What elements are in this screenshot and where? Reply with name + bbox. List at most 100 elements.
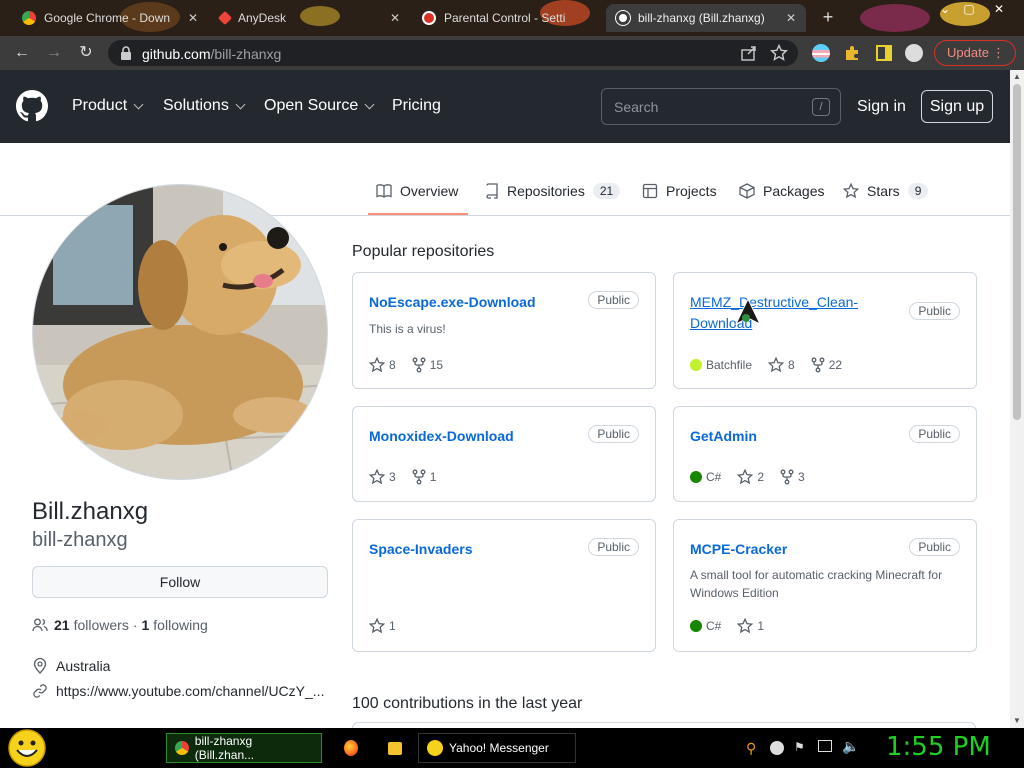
browser-tab-active[interactable]: bill-zhanxg (Bill.zhanxg) ✕	[606, 4, 806, 32]
scroll-down-icon[interactable]: ▼	[1012, 716, 1022, 726]
repo-name-link[interactable]: GetAdmin	[690, 426, 757, 447]
close-window-icon[interactable]: ✕	[988, 2, 1010, 18]
url-host: github.com	[142, 46, 211, 62]
repo-stars-link[interactable]: 2	[737, 469, 764, 485]
browser-tab[interactable]: Google Chrome - Down ✕	[12, 4, 208, 32]
close-tab-icon[interactable]: ✕	[778, 11, 796, 25]
taskbar-clock[interactable]: 1:55 PM	[886, 732, 991, 762]
repo-forks-link[interactable]: 3	[780, 469, 805, 485]
back-icon[interactable]: ←	[12, 43, 32, 63]
browser-tab[interactable]: AnyDesk ✕	[210, 4, 410, 32]
nav-solutions[interactable]: Solutions	[163, 97, 246, 115]
nav-open-source[interactable]: Open Source	[264, 97, 375, 115]
chrome-icon	[175, 741, 189, 755]
sign-up-button[interactable]: Sign up	[921, 90, 993, 123]
nav-product[interactable]: Product	[72, 97, 144, 115]
close-tab-icon[interactable]: ✕	[180, 11, 198, 25]
sign-in-link[interactable]: Sign in	[857, 98, 906, 116]
followers-label: followers	[73, 617, 129, 633]
followers-link[interactable]: 21 followers	[54, 617, 129, 633]
profile-flag-icon[interactable]	[812, 44, 830, 62]
lock-icon	[121, 46, 131, 60]
repo-stars-link[interactable]: 8	[369, 357, 396, 373]
star-icon	[843, 183, 859, 199]
website-row: https://www.youtube.com/channel/UCzY_...	[32, 683, 324, 699]
page-scrollbar[interactable]: ▲ ▼	[1010, 70, 1024, 728]
follow-button[interactable]: Follow	[32, 566, 328, 598]
fork-icon	[780, 469, 794, 485]
bookmark-star-icon[interactable]	[770, 44, 788, 62]
repo-stats: 3 1	[369, 469, 452, 485]
repo-name-link[interactable]: MEMZ_Destructive_Clean-Download	[690, 292, 890, 334]
repo-stars-link[interactable]: 1	[737, 618, 764, 634]
contributions-heading: 100 contributions in the last year	[352, 695, 583, 712]
firefox-icon	[344, 740, 358, 756]
repo-name-link[interactable]: Monoxidex-Download	[369, 426, 514, 447]
package-icon	[739, 183, 755, 199]
repo-stats: C# 1	[690, 618, 780, 634]
taskbar-task-chrome[interactable]: bill-zhanxg (Bill.zhan...	[166, 733, 322, 763]
repo-stars-link[interactable]: 8	[768, 357, 795, 373]
nav-pricing[interactable]: Pricing	[392, 97, 441, 115]
search-input[interactable]: Search /	[601, 88, 841, 125]
chevron-down-icon	[364, 99, 375, 109]
repo-name-link[interactable]: NoEscape.exe-Download	[369, 292, 536, 313]
share-icon[interactable]	[740, 44, 758, 62]
followers-row: 21 followers · 1 following	[32, 617, 208, 633]
tab-packages[interactable]: Packages	[739, 183, 824, 199]
reload-icon[interactable]: ↻	[76, 43, 96, 63]
fork-count: 1	[429, 470, 437, 484]
url-text: github.com/bill-zhanxg	[142, 46, 281, 62]
action-center-flag-icon[interactable]: ⚑	[794, 740, 805, 754]
mouse-cursor-icon	[734, 298, 762, 326]
scroll-up-icon[interactable]: ▲	[1012, 72, 1022, 82]
tray-minus-icon[interactable]	[770, 741, 784, 755]
repo-forks-link[interactable]: 1	[412, 469, 437, 485]
repo-forks-link[interactable]: 22	[811, 357, 842, 373]
network-icon[interactable]	[818, 740, 832, 752]
tab-title: Parental Control - Setti	[444, 11, 566, 25]
maximize-icon[interactable]: ▢	[958, 2, 980, 18]
star-icon	[737, 469, 754, 485]
avatar-dog-image	[33, 185, 327, 479]
volume-icon[interactable]: 🔈	[842, 738, 859, 755]
github-logo-icon[interactable]	[16, 90, 48, 122]
scroll-thumb[interactable]	[1013, 84, 1021, 420]
new-tab-icon[interactable]: +	[818, 8, 838, 28]
dropdown-icon[interactable]: ⌄	[934, 2, 956, 18]
tab-projects[interactable]: Projects	[642, 183, 717, 199]
tab-stars[interactable]: Stars 9	[843, 183, 929, 199]
side-panel-icon[interactable]	[875, 44, 893, 62]
taskbar-explorer[interactable]	[380, 733, 410, 763]
following-label: following	[153, 617, 208, 633]
browser-tab[interactable]: Parental Control - Setti	[412, 4, 604, 32]
search-icon[interactable]: ⚲	[746, 740, 756, 757]
repo-stars-link[interactable]: 3	[369, 469, 396, 485]
repo-name-link[interactable]: MCPE-Cracker	[690, 539, 787, 560]
website-link[interactable]: https://www.youtube.com/channel/UCzY_...	[56, 683, 324, 699]
update-button[interactable]: Update ⋮	[934, 40, 1016, 66]
close-tab-icon[interactable]: ✕	[382, 11, 400, 25]
language-label: C#	[706, 470, 722, 484]
repo-forks-link[interactable]: 15	[412, 357, 443, 373]
taskbar-task-yahoo[interactable]: Yahoo! Messenger	[418, 733, 576, 763]
repo-card: Space-Invaders Public 1	[352, 519, 656, 652]
taskbar-firefox[interactable]	[336, 733, 366, 763]
following-link[interactable]: 1 following	[142, 617, 208, 633]
repo-stars-link[interactable]: 1	[369, 618, 396, 634]
more-menu-icon[interactable]: ⋮	[992, 41, 1005, 65]
account-avatar-icon[interactable]	[905, 44, 923, 62]
extensions-icon[interactable]	[843, 44, 861, 62]
tab-overview[interactable]: Overview	[376, 183, 458, 199]
browser-toolbar: ← → ↻ github.com/bill-zhanxg Update ⋮	[0, 36, 1024, 70]
fork-icon	[811, 357, 825, 373]
star-icon	[369, 357, 385, 373]
repo-language: C#	[690, 619, 721, 633]
repo-stats: 1	[369, 618, 412, 634]
tab-repositories[interactable]: Repositories 21	[485, 183, 621, 199]
start-smiley-icon[interactable]	[6, 728, 48, 768]
address-bar[interactable]: github.com/bill-zhanxg	[108, 40, 798, 66]
repo-name-link[interactable]: Space-Invaders	[369, 539, 473, 560]
tab-label: Overview	[400, 183, 459, 199]
forward-icon[interactable]: →	[44, 43, 64, 63]
